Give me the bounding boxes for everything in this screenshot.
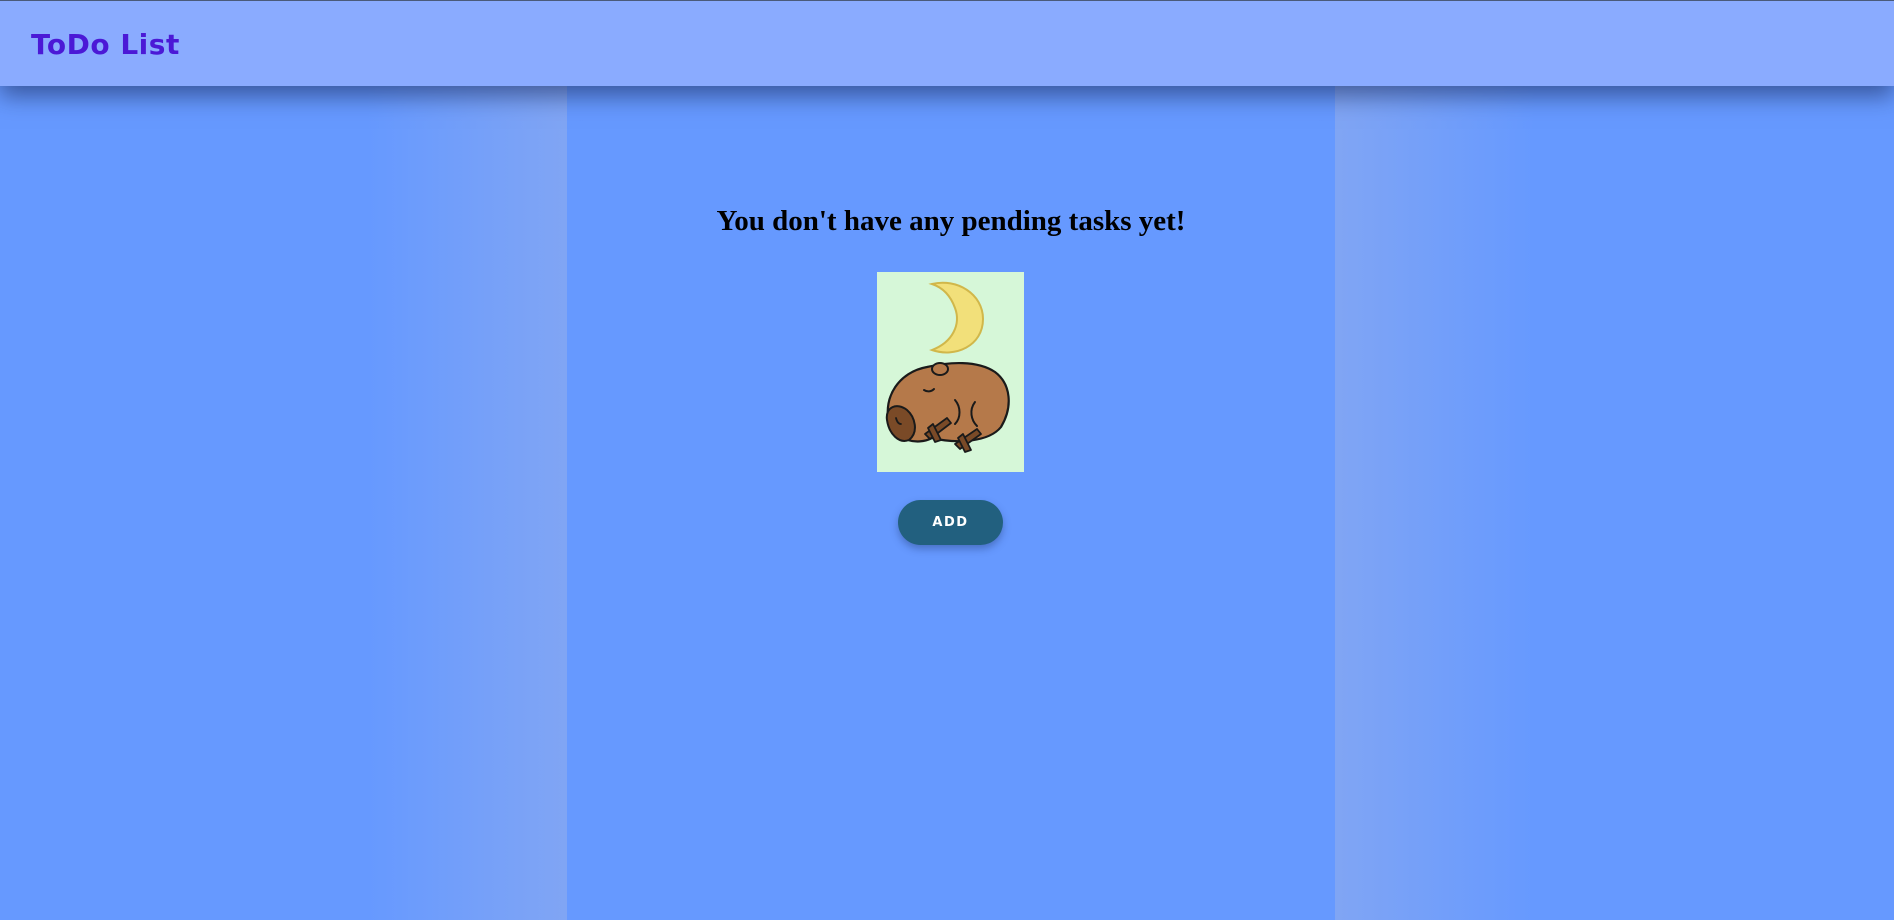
- sleeping-capybara-illustration: [877, 272, 1024, 472]
- left-shadow-glow: [367, 86, 567, 920]
- add-task-button[interactable]: ADD: [898, 500, 1003, 545]
- capybara-icon: [885, 361, 1010, 453]
- empty-state-message: You don't have any pending tasks yet!: [716, 205, 1186, 237]
- moon-icon: [928, 281, 985, 354]
- app-title: ToDo List: [31, 28, 180, 61]
- right-shadow-glow: [1335, 86, 1535, 920]
- top-navbar: ToDo List: [0, 0, 1894, 86]
- tasks-card: You don't have any pending tasks yet! AD…: [567, 120, 1335, 905]
